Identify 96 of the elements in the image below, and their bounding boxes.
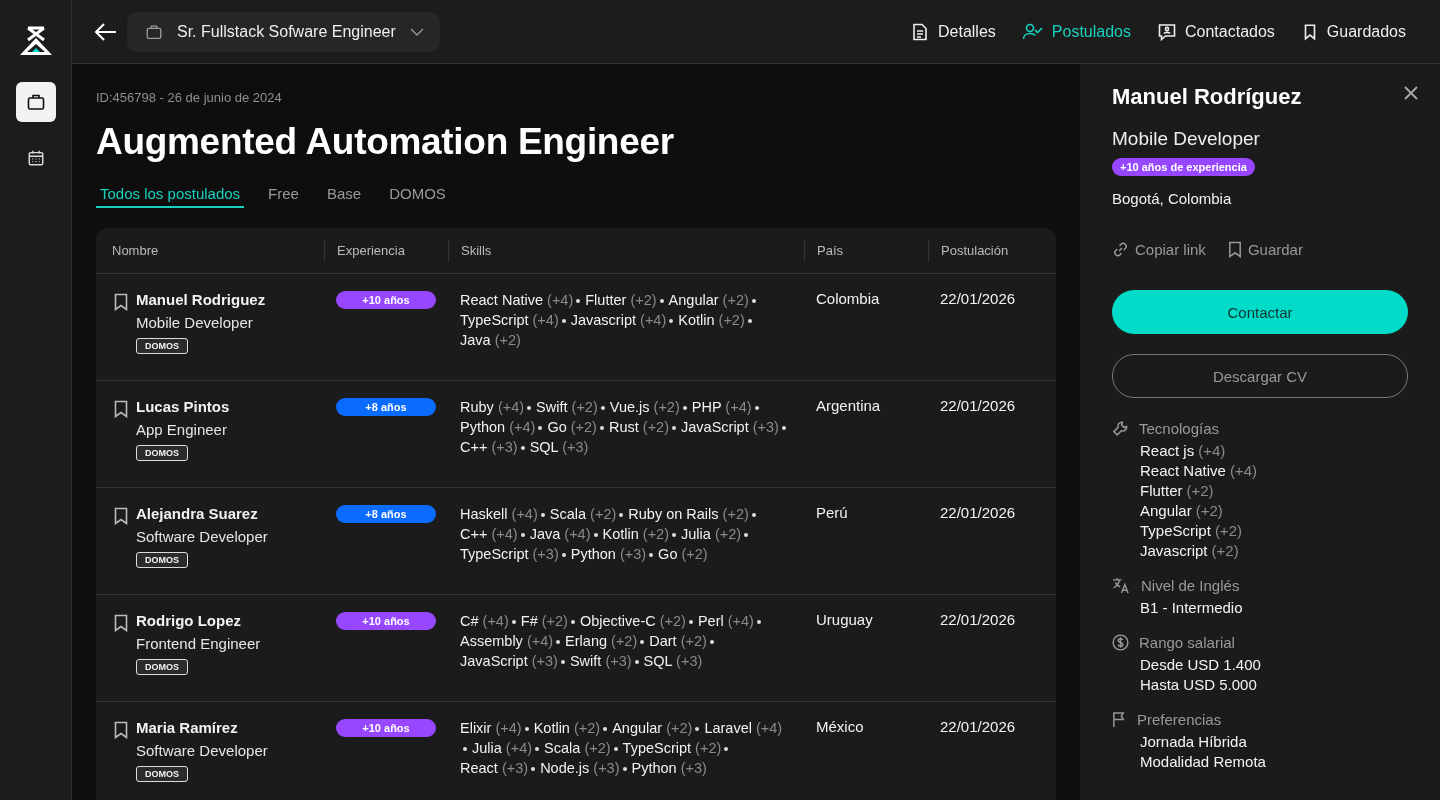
applicant-name[interactable]: Alejandra Suarez	[136, 505, 268, 522]
filter-tab[interactable]: Base	[322, 185, 366, 208]
date-text: 22/01/2026	[940, 611, 1016, 628]
job-title: Augmented Automation Engineer	[96, 121, 675, 163]
country-text: Colombia	[816, 290, 880, 307]
filter-tab[interactable]: DOMOS	[385, 185, 450, 208]
copy-link[interactable]: Copiar link	[1112, 241, 1206, 258]
close-icon[interactable]	[1404, 86, 1418, 100]
job-selector[interactable]: Sr. Fullstack Sofware Engineer	[127, 11, 440, 52]
skills-text: Haskell (+4) Scala (+2) Ruby on Rails (+2) C++ (+4) Java (+4) Kotlin (+2) Julia (+2) TypeScript (+3) Python (+3) Go (+2)	[460, 504, 804, 564]
experience-badge: +8 años	[336, 505, 436, 523]
applicant-role: Software Developer	[136, 528, 268, 545]
link-icon	[1112, 241, 1129, 258]
plan-tag: DOMOS	[136, 659, 188, 675]
filter-tab[interactable]: Free	[264, 185, 303, 208]
save-link[interactable]: Guardar	[1227, 241, 1303, 258]
column-header: Nombre	[111, 241, 160, 260]
date-text: 22/01/2026	[940, 504, 1016, 521]
nav-tab[interactable]: Detalles	[910, 21, 996, 42]
plan-tag: DOMOS	[136, 552, 188, 568]
column-header: Skills	[448, 239, 804, 262]
applicant-role: Mobile Developer	[136, 314, 254, 331]
back-arrow-icon[interactable]	[95, 22, 117, 41]
chevron-down-icon	[409, 27, 424, 36]
nav-tab[interactable]: Guardados	[1300, 21, 1406, 42]
plan-tag: DOMOS	[136, 445, 188, 461]
applicant-name[interactable]: Lucas Pintos	[136, 398, 230, 415]
candidate-name: Manuel Rodríguez	[1112, 84, 1303, 110]
date-text: 22/01/2026	[940, 290, 1016, 307]
country-text: México	[816, 718, 864, 735]
dollar-circle-icon	[1112, 634, 1129, 651]
country-text: Perú	[816, 504, 848, 521]
applicant-name[interactable]: Maria Ramírez	[136, 719, 268, 736]
applicant-name[interactable]: Manuel Rodriguez	[136, 291, 266, 308]
document-icon	[910, 21, 930, 42]
section-item: React js (+4)	[1139, 441, 1227, 461]
experience-badge: +10 años	[336, 719, 436, 737]
job-selector-text: Sr. Fullstack Sofware Engineer	[177, 22, 396, 41]
section-title: Preferencias	[1137, 711, 1222, 728]
section-item: TypeScript (+2)	[1139, 521, 1243, 541]
briefcase-icon	[25, 92, 46, 112]
column-header: Postulación	[928, 239, 1056, 262]
bookmark-icon[interactable]	[114, 507, 128, 525]
person-check-icon	[1021, 21, 1044, 42]
job-meta: ID:456798 - 26 de junio de 2024	[96, 90, 283, 105]
applicant-name[interactable]: Rodrigo Lopez	[136, 612, 261, 629]
bookmark-icon[interactable]	[114, 614, 128, 632]
nav-tab[interactable]: Contactados	[1157, 21, 1275, 42]
applicant-role: Frontend Engineer	[136, 635, 261, 652]
section-item: Desde USD 1.400	[1139, 655, 1262, 675]
section-item: B1 - Intermedio	[1139, 598, 1244, 618]
section-title: Rango salarial	[1139, 634, 1235, 651]
experience-badge: +10 años	[336, 612, 436, 630]
date-text: 22/01/2026	[940, 397, 1016, 414]
plan-tag: DOMOS	[136, 338, 188, 354]
briefcase-icon	[145, 22, 163, 41]
applicant-role: Software Developer	[136, 742, 268, 759]
candidate-role: Mobile Developer	[1112, 128, 1261, 150]
translate-icon	[1112, 577, 1131, 594]
bookmark-icon[interactable]	[114, 400, 128, 418]
section-item: Javascript (+2)	[1139, 541, 1240, 561]
section-item: Angular (+2)	[1139, 501, 1224, 521]
logo-icon	[17, 26, 54, 56]
date-text: 22/01/2026	[940, 718, 1016, 735]
bookmark-icon	[1227, 241, 1242, 258]
plan-tag: DOMOS	[136, 766, 188, 782]
experience-badge: +8 años	[336, 398, 436, 416]
experience-badge: +10 años de experiencia	[1112, 158, 1255, 176]
skills-text: Ruby (+4) Swift (+2) Vue.js (+2) PHP (+4) Python (+4) Go (+2) Rust (+2) JavaScript (+3) C++ (+3) SQL (+3)	[460, 397, 804, 457]
column-header: Experiencia	[324, 239, 448, 262]
country-text: Uruguay	[816, 611, 873, 628]
section-item: React Native (+4)	[1139, 461, 1258, 481]
briefcase-button[interactable]	[15, 82, 56, 122]
section-item: Flutter (+2)	[1139, 481, 1215, 501]
contact-button[interactable]: Contactar	[1112, 290, 1408, 334]
wrench-icon	[1112, 420, 1129, 437]
bookmark-icon[interactable]	[114, 293, 128, 311]
skills-text: Elixir (+4) Kotlin (+2) Angular (+2) Laravel (+4) Julia (+4) Scala (+2) TypeScript (+2) React (+3) Node.js (+3) Python (+3)	[460, 719, 784, 778]
chat-person-icon	[1157, 21, 1177, 42]
section-title: Tecnologías	[1139, 420, 1220, 437]
section-item: Jornada Híbrida	[1139, 732, 1248, 752]
column-header: País	[804, 239, 928, 262]
nav-tab[interactable]: Postulados	[1021, 21, 1131, 42]
bookmark-icon[interactable]	[114, 721, 128, 739]
section-title: Nivel de Inglés	[1141, 577, 1240, 594]
calendar-icon	[26, 149, 45, 167]
skills-text: React Native (+4) Flutter (+2) Angular (+2) TypeScript (+4) Javascript (+4) Kotlin (+2) Java (+2)	[460, 290, 804, 350]
candidate-location: Bogotá, Colombia	[1112, 190, 1233, 207]
flag-icon	[1112, 711, 1127, 728]
applicant-role: App Engineer	[136, 421, 228, 438]
filter-tab[interactable]: Todos los postulados	[96, 185, 245, 208]
section-item: Hasta USD 5.000	[1139, 675, 1258, 695]
skills-text: C# (+4) F# (+2) Objective-C (+2) Perl (+4) Assembly (+4) Erlang (+2) Dart (+2) JavaScript (+3) Swift (+3) SQL (+3)	[460, 611, 804, 671]
section-item: Modalidad Remota	[1139, 752, 1267, 772]
country-text: Argentina	[816, 397, 881, 414]
experience-badge: +10 años	[336, 291, 436, 309]
